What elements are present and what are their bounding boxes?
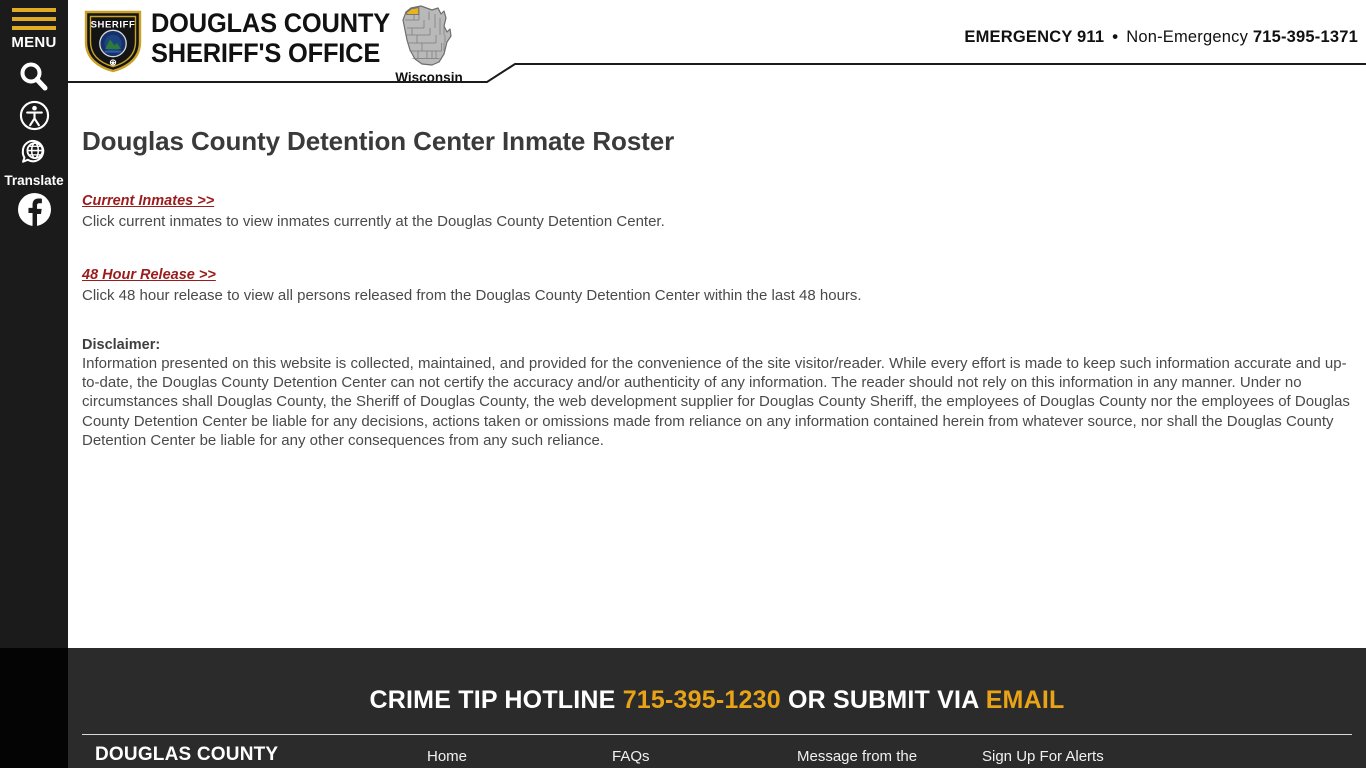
wisconsin-state-map-icon — [402, 5, 452, 66]
left-sidebar-lower — [0, 648, 68, 768]
sheriff-badge-logo: SHERIFF — [80, 6, 146, 74]
footer-divider — [82, 734, 1352, 735]
translate-globe-icon — [21, 139, 44, 163]
menu-label: MENU — [11, 34, 57, 51]
release-description: Click 48 hour release to view all person… — [82, 287, 862, 304]
footer-nav-message[interactable]: Message from the — [797, 748, 917, 765]
state-label: Wisconsin — [395, 70, 463, 85]
hotline-middle: OR SUBMIT VIA — [787, 686, 979, 714]
disclaimer-heading: Disclaimer: — [82, 337, 161, 353]
page-title: Douglas County Detention Center Inmate R… — [82, 126, 675, 156]
non-emergency-phone[interactable]: 715-395-1371 — [1253, 28, 1358, 46]
emergency-contact-bar: EMERGENCY 911 • Non-Emergency 715-395-1371 — [964, 28, 1358, 47]
hotline-email-link[interactable]: EMAIL — [986, 686, 1065, 714]
disclaimer-text: Information presented on this website is… — [82, 355, 1350, 449]
site-header: SHERIFF DOUGLAS COUNTY SHERIFF'S OFFICE — [68, 0, 1366, 85]
link-current-inmates[interactable]: Current Inmates >> — [82, 193, 214, 209]
sidebar-item-facebook[interactable] — [0, 192, 68, 227]
main-content: Douglas County Detention Center Inmate R… — [68, 86, 1366, 648]
search-icon — [20, 62, 48, 91]
sidebar-item-translate[interactable] — [0, 137, 68, 168]
org-title-line2: SHERIFF'S OFFICE — [151, 38, 381, 68]
emergency-label: EMERGENCY 911 — [964, 28, 1105, 46]
facebook-icon — [17, 192, 51, 227]
footer-nav-home[interactable]: Home — [427, 748, 467, 765]
separator-dot: • — [1112, 28, 1119, 46]
svg-text:SHERIFF: SHERIFF — [91, 20, 136, 31]
menu-button[interactable]: MENU — [0, 4, 68, 50]
non-emergency-label: Non-Emergency — [1126, 28, 1249, 46]
hotline-prefix: CRIME TIP HOTLINE — [369, 686, 616, 714]
link-48-hour-release[interactable]: 48 Hour Release >> — [82, 267, 216, 283]
hamburger-icon — [12, 8, 56, 30]
footer-nav-alerts[interactable]: Sign Up For Alerts — [982, 748, 1104, 765]
current-inmates-description: Click current inmates to view inmates cu… — [82, 213, 665, 230]
translate-label: Translate — [4, 173, 64, 188]
footer-nav-faqs[interactable]: FAQs — [612, 748, 650, 765]
search-button[interactable] — [0, 60, 68, 99]
wisconsin-map-graphic — [394, 2, 464, 70]
accessibility-icon — [19, 100, 49, 131]
org-title-line1: DOUGLAS COUNTY — [151, 8, 390, 38]
crime-tip-hotline: CRIME TIP HOTLINE 715-395-1230 OR SUBMIT… — [68, 686, 1366, 715]
page-root: MENU Translate SHERIFF DOUGLAS COUNTY SH… — [0, 0, 1366, 768]
sheriff-badge-icon: SHERIFF — [84, 10, 142, 73]
hotline-phone[interactable]: 715-395-1230 — [623, 686, 781, 714]
footer-navigation: Home FAQs Message from the Sign Up For A… — [68, 748, 1366, 768]
organization-title: DOUGLAS COUNTY SHERIFF'S OFFICE — [151, 8, 390, 68]
sidebar-item-accessibility[interactable] — [0, 100, 68, 131]
left-sidebar: MENU Translate — [0, 0, 68, 648]
